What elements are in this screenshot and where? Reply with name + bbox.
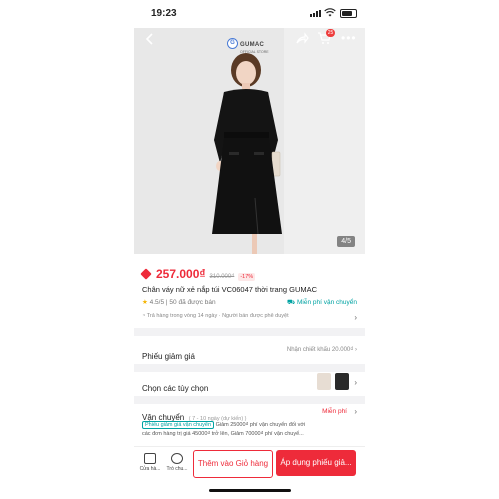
policy-text: Trả hàng trong vòng 14 ngày · Người bán … bbox=[146, 313, 289, 319]
option-thumb-beige[interactable] bbox=[317, 373, 331, 390]
shield-icon: ◔ bbox=[142, 313, 146, 319]
section-divider bbox=[134, 364, 365, 372]
add-to-cart-button[interactable]: Thêm vào Giỏ hàng bbox=[193, 450, 273, 478]
chevron-right-icon: › bbox=[354, 378, 357, 387]
option-thumb-black[interactable] bbox=[335, 373, 349, 390]
brand-name: GUMAC bbox=[240, 42, 265, 48]
brand-logo: G GUMAC OFFICIAL STORE bbox=[227, 33, 269, 54]
shipping-voucher-text: Giảm 25000₫ phí vận chuyển đối với bbox=[215, 422, 306, 428]
sold-count: 50 đã được bán bbox=[169, 299, 216, 306]
share-icon[interactable] bbox=[295, 32, 309, 46]
chat-icon bbox=[171, 453, 183, 464]
voucher-label: Phiếu giảm giá bbox=[142, 352, 195, 361]
return-policy[interactable]: ◔ Trả hàng trong vòng 14 ngày · Người bá… bbox=[142, 313, 357, 322]
signal-icon bbox=[310, 10, 321, 17]
product-meta: ★ 4.5/5 | 50 đã được bán ⛟ Miễn phí vận … bbox=[142, 298, 357, 308]
free-shipping: ⛟ Miễn phí vận chuyển bbox=[287, 298, 357, 307]
status-bar: 19:23 bbox=[134, 0, 365, 28]
cart-badge: 25 bbox=[326, 29, 335, 37]
store-button[interactable]: Cửa hà... bbox=[138, 453, 162, 472]
battery-icon bbox=[340, 9, 357, 18]
voucher-discount: Nhận chiết khấu 20.000₫ › bbox=[286, 347, 357, 353]
discount-badge: -17% bbox=[238, 273, 256, 281]
chat-label: Trò chu... bbox=[166, 466, 188, 472]
rating[interactable]: 4.5/5 bbox=[150, 299, 164, 306]
section-divider bbox=[134, 328, 365, 336]
star-icon: ★ bbox=[142, 299, 148, 306]
chat-button[interactable]: Trò chu... bbox=[165, 453, 189, 472]
product-title: Chân váy nữ xẻ nắp túi VC06047 thời tran… bbox=[142, 285, 318, 294]
voucher-row[interactable]: Phiếu giảm giá Nhận chiết khấu 20.000₫ › bbox=[142, 346, 357, 364]
more-icon[interactable]: ••• bbox=[341, 31, 357, 45]
image-counter: 4/5 bbox=[337, 236, 355, 247]
section-divider bbox=[134, 396, 365, 404]
price-tag-icon bbox=[140, 268, 152, 280]
product-image[interactable] bbox=[134, 28, 365, 254]
store-icon bbox=[144, 453, 156, 464]
voucher-discount-text: Nhận chiết khấu 20.000₫ bbox=[286, 347, 354, 353]
bottom-bar: Cửa hà... Trò chu... Thêm vào Giỏ hàng Á… bbox=[134, 446, 365, 483]
current-price: 257.000₫ bbox=[156, 267, 206, 281]
home-indicator bbox=[209, 489, 291, 492]
free-shipping-label: Miễn phí vận chuyển bbox=[297, 299, 357, 306]
brand-sub: OFFICIAL STORE bbox=[240, 50, 269, 54]
shipping-voucher-text-2: các đơn hàng trị giá 45000₫ trở lên, Giả… bbox=[142, 431, 304, 437]
brand-logo-icon: G bbox=[227, 38, 238, 49]
back-arrow-icon[interactable] bbox=[143, 32, 157, 46]
phone-screen: 19:23 G GUMAC OFFICIAL STORE 25 ••• 4/5 … bbox=[134, 0, 365, 499]
original-price: 310.000₫ bbox=[209, 274, 235, 280]
options-row[interactable]: Chọn các tùy chọn › bbox=[142, 373, 357, 396]
status-time: 19:23 bbox=[151, 8, 177, 19]
wifi-icon bbox=[324, 8, 336, 17]
chevron-right-icon: › bbox=[354, 313, 357, 322]
apply-voucher-button[interactable]: Áp dụng phiếu giả... bbox=[276, 450, 356, 476]
price-bar: 257.000₫ 310.000₫ -17% bbox=[140, 267, 256, 281]
truck-icon: ⛟ bbox=[287, 299, 296, 306]
chevron-right-icon: › bbox=[354, 407, 357, 416]
shipping-free: Miễn phí bbox=[322, 408, 347, 415]
product-photo bbox=[134, 28, 365, 254]
store-label: Cửa hà... bbox=[139, 466, 161, 472]
shipping-voucher: Phiếu giảm giá vận chuyển Giảm 25000₫ ph… bbox=[142, 421, 357, 439]
shipping-voucher-tag: Phiếu giảm giá vận chuyển bbox=[142, 421, 215, 429]
top-nav: G GUMAC OFFICIAL STORE 25 ••• bbox=[134, 28, 365, 54]
options-label: Chọn các tùy chọn bbox=[142, 384, 209, 393]
